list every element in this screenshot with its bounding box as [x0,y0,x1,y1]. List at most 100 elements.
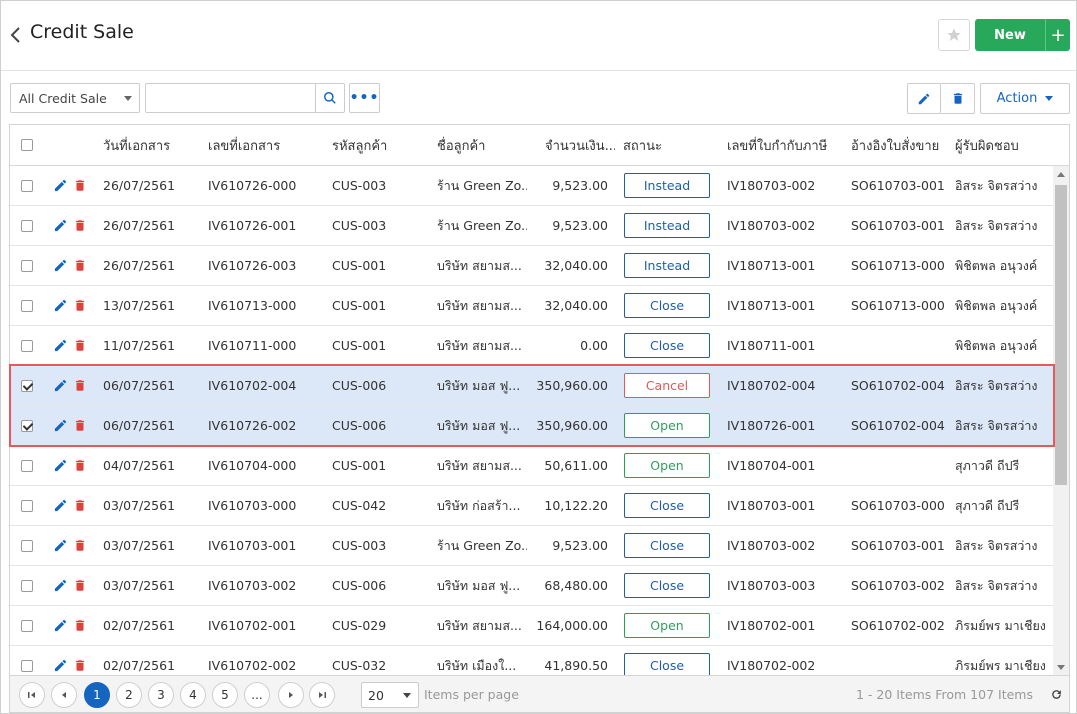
checkbox[interactable] [21,219,33,232]
scroll-thumb[interactable] [1055,185,1067,485]
row-checkbox[interactable] [21,646,33,675]
row-checkbox[interactable] [21,406,33,445]
row-checkbox[interactable] [21,526,33,565]
row-checkbox[interactable] [21,326,33,365]
row-checkbox[interactable] [21,246,33,285]
row-delete-button[interactable] [73,566,87,605]
row-delete-button[interactable] [73,206,87,245]
column-header-so-ref[interactable]: อ้างอิงใบสั่งขาย [851,125,939,165]
prev-page-button[interactable] [51,682,77,708]
filter-select[interactable]: All Credit Sale [10,83,140,113]
row-edit-button[interactable] [53,166,68,205]
row-delete-button[interactable] [73,526,87,565]
status-button[interactable]: Instead [624,173,710,198]
row-edit-button[interactable] [53,566,68,605]
status-button[interactable]: Open [624,413,710,438]
checkbox[interactable] [21,539,33,552]
row-edit-button[interactable] [53,206,68,245]
status-button[interactable]: Open [624,453,710,478]
new-button[interactable]: New [975,19,1045,51]
table-row[interactable]: 03/07/2561 IV610703-000 CUS-042 บริษัท ก่อส… [10,486,1053,526]
status-button[interactable]: Close [624,493,710,518]
row-checkbox[interactable] [21,366,33,405]
table-row[interactable]: 04/07/2561 IV610704-000 CUS-001 บริษัท สยาม… [10,446,1053,486]
table-row[interactable]: 02/07/2561 IV610702-002 CUS-032 บริษัท เมือ… [10,646,1053,675]
row-edit-button[interactable] [53,286,68,325]
row-edit-button[interactable] [53,446,68,485]
checkbox[interactable] [21,339,33,352]
row-delete-button[interactable] [73,446,87,485]
column-header-date[interactable]: วันที่เอกสาร [103,125,170,165]
row-delete-button[interactable] [73,486,87,525]
status-button[interactable]: Close [624,573,710,598]
row-checkbox[interactable] [21,446,33,485]
table-row[interactable]: 03/07/2561 IV610703-001 CUS-003 ร้าน Green … [10,526,1053,566]
checkbox[interactable] [21,419,33,432]
table-row[interactable]: 13/07/2561 IV610713-000 CUS-001 บริษัท สยาม… [10,286,1053,326]
page-button[interactable]: 5 [212,682,238,708]
search-input[interactable] [145,83,316,113]
status-button[interactable]: Close [624,293,710,318]
row-checkbox[interactable] [21,566,33,605]
row-delete-button[interactable] [73,406,87,445]
checkbox[interactable] [21,259,33,272]
row-edit-button[interactable] [53,366,68,405]
column-header-tax-invoice[interactable]: เลขที่ใบกำกับภาษี [727,125,827,165]
back-arrow-icon[interactable] [9,24,23,46]
row-delete-button[interactable] [73,286,87,325]
status-button[interactable]: Close [624,333,710,358]
scroll-down-icon[interactable] [1057,665,1065,670]
last-page-button[interactable] [309,682,335,708]
vertical-scrollbar[interactable] [1053,166,1069,675]
table-row[interactable]: 26/07/2561 IV610726-000 CUS-003 ร้าน Green … [10,166,1053,206]
checkbox[interactable] [21,659,33,672]
page-button[interactable]: ... [244,682,270,708]
column-header-customer-code[interactable]: รหัสลูกค้า [332,125,387,165]
checkbox[interactable] [21,459,33,472]
status-button[interactable]: Close [624,653,710,675]
table-row[interactable]: 26/07/2561 IV610726-003 CUS-001 บริษัท สยาม… [10,246,1053,286]
table-row[interactable]: 03/07/2561 IV610703-002 CUS-006 บริษัท มอส … [10,566,1053,606]
next-page-button[interactable] [278,682,304,708]
column-header-status[interactable]: สถานะ [623,125,662,165]
column-header-amount[interactable]: จำนวนเงิน... [545,125,615,165]
row-delete-button[interactable] [73,606,87,645]
page-button[interactable]: 4 [180,682,206,708]
row-edit-button[interactable] [53,526,68,565]
checkbox[interactable] [21,579,33,592]
status-button[interactable]: Close [624,533,710,558]
row-edit-button[interactable] [53,326,68,365]
row-delete-button[interactable] [73,366,87,405]
row-delete-button[interactable] [73,166,87,205]
status-button[interactable]: Open [624,613,710,638]
scroll-up-icon[interactable] [1057,172,1065,177]
table-row[interactable]: 02/07/2561 IV610702-001 CUS-029 บริษัท สยาม… [10,606,1053,646]
new-dropdown-button[interactable]: + [1045,19,1070,51]
status-button[interactable]: Instead [624,253,710,278]
items-per-page-select[interactable]: 20 [361,682,419,708]
row-checkbox[interactable] [21,206,33,245]
column-header-owner[interactable]: ผู้รับผิดชอบ [955,125,1019,165]
row-checkbox[interactable] [21,606,33,645]
status-button[interactable]: Instead [624,213,710,238]
search-button[interactable] [315,83,345,113]
checkbox[interactable] [21,619,33,632]
first-page-button[interactable] [19,682,45,708]
row-delete-button[interactable] [73,646,87,675]
checkbox[interactable] [21,299,33,312]
more-options-button[interactable]: ••• [349,83,380,113]
favorite-button[interactable] [938,19,970,51]
column-header-customer-name[interactable]: ชื่อลูกค้า [437,125,485,165]
checkbox[interactable] [21,179,33,192]
row-edit-button[interactable] [53,406,68,445]
status-button[interactable]: Cancel [624,373,710,398]
page-button[interactable]: 1 [84,682,110,708]
checkbox[interactable] [21,499,33,512]
checkbox[interactable] [21,379,33,392]
row-checkbox[interactable] [21,286,33,325]
bulk-delete-button[interactable] [941,83,975,114]
column-header-doc-no[interactable]: เลขที่เอกสาร [208,125,280,165]
row-delete-button[interactable] [73,326,87,365]
table-row[interactable]: 11/07/2561 IV610711-000 CUS-001 บริษัท สยาม… [10,326,1053,366]
row-edit-button[interactable] [53,606,68,645]
